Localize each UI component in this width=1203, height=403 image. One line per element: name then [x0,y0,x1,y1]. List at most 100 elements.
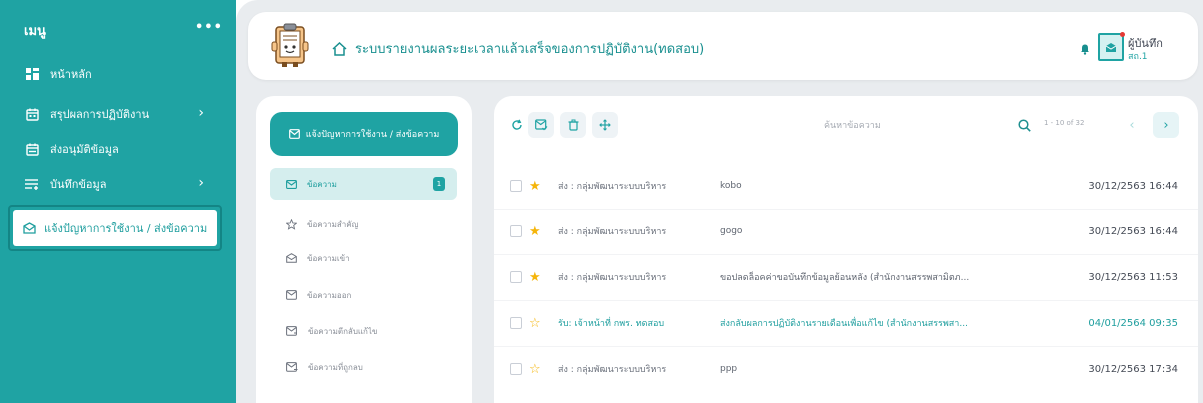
row-subject: kobo [720,181,742,191]
bell-icon[interactable] [1080,40,1090,59]
row-checkbox[interactable] [510,271,522,283]
compose-button[interactable]: แจ้งปัญหาการใช้งาน / ส่งข้อความ [270,112,458,156]
folder-messages[interactable]: ข้อความ 1 [270,168,457,200]
list-add-icon [24,176,40,192]
sidebar-item-label: ส่งอนุมัติข้อมูล [50,143,119,156]
folder-label: ข้อความออก [307,290,352,300]
sidebar-item-label: แจ้งปัญหาการใช้งาน / ส่งข้อความ [44,222,208,235]
row-subject: ppp [720,364,738,374]
clipboard-mascot-logo [270,22,310,72]
notification-dot [1120,32,1125,37]
sidebar-item-record[interactable]: บันทึกข้อมูล › [24,173,214,195]
message-list-panel: ค้นหาข้อความ 1 - 10 of 32 ‹ › ★ ส่ง : กล… [494,96,1198,403]
move-icon [599,119,611,131]
mark-read-button[interactable] [528,112,554,138]
header-bar: ระบบรายงานผลระยะเวลาแล้วเสร็จของการปฏิบั… [248,12,1198,80]
star-icon[interactable]: ★ [529,224,541,239]
refresh-button[interactable] [504,112,530,138]
avatar[interactable] [1098,32,1125,61]
calendar-icon [24,106,40,122]
divider [494,346,1198,347]
table-row[interactable]: ★ ส่ง : กลุ่มพัฒนาระบบบริหาร kobo 30/12/… [494,166,1198,206]
user-unit: สถ.1 [1128,52,1148,62]
dashboard-icon [24,66,40,82]
folder-important[interactable]: ข้อความสำคัญ [270,208,457,240]
divider [494,254,1198,255]
row-checkbox[interactable] [510,180,522,192]
folder-label: ข้อความ [307,179,337,189]
row-checkbox[interactable] [510,225,522,237]
pagination-info: 1 - 10 of 32 [1044,119,1085,127]
divider [494,209,1198,210]
row-sender: รับ: เจ้าหน้าที่ กพร. ทดสอบ [558,319,665,329]
folder-outbox[interactable]: ข้อความออก [270,279,457,311]
inbox-icon [286,253,297,263]
mail-icon [286,179,297,189]
table-row[interactable]: ☆ ส่ง : กลุ่มพัฒนาระบบบริหาร ppp 30/12/2… [494,349,1198,389]
sidebar-item-summary[interactable]: สรุปผลการปฏิบัติงาน › [24,103,214,125]
row-date: 30/12/2563 16:44 [1088,225,1178,237]
folder-label: ข้อความตีกลับแก้ไข [308,326,378,336]
row-subject: gogo [720,226,743,236]
mail-icon [288,129,300,139]
row-sender: ส่ง : กลุ่มพัฒนาระบบบริหาร [558,182,667,192]
chevron-right-icon: › [198,175,204,191]
folder-deleted[interactable]: ข้อความที่ถูกลบ [270,351,457,383]
mail-icon [23,222,36,234]
row-checkbox[interactable] [510,317,522,329]
row-sender: ส่ง : กลุ่มพัฒนาระบบบริหาร [558,273,667,283]
search-input[interactable]: ค้นหาข้อความ [824,118,881,132]
mail-open-icon [1105,42,1117,52]
compose-label: แจ้งปัญหาการใช้งาน / ส่งข้อความ [305,130,440,140]
star-icon[interactable]: ★ [529,179,541,194]
sidebar-item-label: หน้าหลัก [50,68,92,81]
divider [494,300,1198,301]
row-checkbox[interactable] [510,363,522,375]
sidebar-item-label: สรุปผลการปฏิบัติงาน [50,108,150,121]
table-row[interactable]: ★ ส่ง : กลุ่มพัฒนาระบบบริหาร ขอปลดล็อคค่… [494,257,1198,297]
sidebar-item-approve[interactable]: ส่งอนุมัติข้อมูล [24,138,214,160]
sidebar-title: เมนู [24,24,46,39]
sidebar-item-report-issue-inner[interactable]: แจ้งปัญหาการใช้งาน / ส่งข้อความ [13,210,217,246]
trash-icon [568,119,578,131]
star-outline-icon[interactable]: ☆ [529,316,541,331]
row-date: 04/01/2564 09:35 [1088,317,1178,329]
page-title-text: ระบบรายงานผลระยะเวลาแล้วเสร็จของการปฏิบั… [355,42,705,57]
sidebar-item-report-issue[interactable]: แจ้งปัญหาการใช้งาน / ส่งข้อความ [8,205,222,251]
unread-badge: 1 [433,177,445,191]
mail-return-icon [286,326,298,336]
chevron-right-icon: › [198,105,204,121]
folder-label: ข้อความสำคัญ [307,219,359,229]
row-date: 30/12/2563 11:53 [1088,271,1178,283]
folder-inbox[interactable]: ข้อความเข้า [270,242,457,274]
mail-folder-panel: แจ้งปัญหาการใช้งาน / ส่งข้อความ ข้อความ … [256,96,472,403]
move-button[interactable] [592,112,618,138]
folder-label: ข้อความเข้า [307,253,350,263]
folder-returned[interactable]: ข้อความตีกลับแก้ไข [270,315,457,347]
page-title: ระบบรายงานผลระยะเวลาแล้วเสร็จของการปฏิบั… [332,38,704,59]
sidebar-more-button[interactable]: ••• [195,20,223,35]
table-row[interactable]: ☆ รับ: เจ้าหน้าที่ กพร. ทดสอบ ส่งกลับผลก… [494,303,1198,343]
star-outline-icon[interactable]: ☆ [529,362,541,377]
row-subject: ขอปลดล็อคค่าขอบันทึกข้อมูลย้อนหลัง (สำนั… [720,273,970,283]
row-date: 30/12/2563 17:34 [1088,363,1178,375]
refresh-icon [512,119,522,130]
row-sender: ส่ง : กลุ่มพัฒนาระบบบริหาร [558,227,667,237]
outbox-icon [286,290,297,300]
search-icon[interactable] [1018,117,1031,136]
calendar-icon [24,141,40,157]
sidebar: เมนู ••• หน้าหลัก สรุปผลการปฏิบัติงาน › … [0,0,236,403]
mail-check-icon [534,119,547,131]
home-icon [332,41,347,56]
prev-page-button[interactable]: ‹ [1119,112,1145,138]
mail-trash-icon [286,362,298,372]
next-page-button[interactable]: › [1153,112,1179,138]
row-date: 30/12/2563 16:44 [1088,180,1178,192]
table-row[interactable]: ★ ส่ง : กลุ่มพัฒนาระบบบริหาร gogo 30/12/… [494,211,1198,251]
row-subject: ส่งกลับผลการปฏิบัติงานรายเดือนเพื่อแก้ไข… [720,319,968,329]
sidebar-item-label: บันทึกข้อมูล [50,178,107,191]
row-sender: ส่ง : กลุ่มพัฒนาระบบบริหาร [558,365,667,375]
delete-button[interactable] [560,112,586,138]
sidebar-item-home[interactable]: หน้าหลัก [24,63,214,85]
star-icon[interactable]: ★ [529,270,541,285]
